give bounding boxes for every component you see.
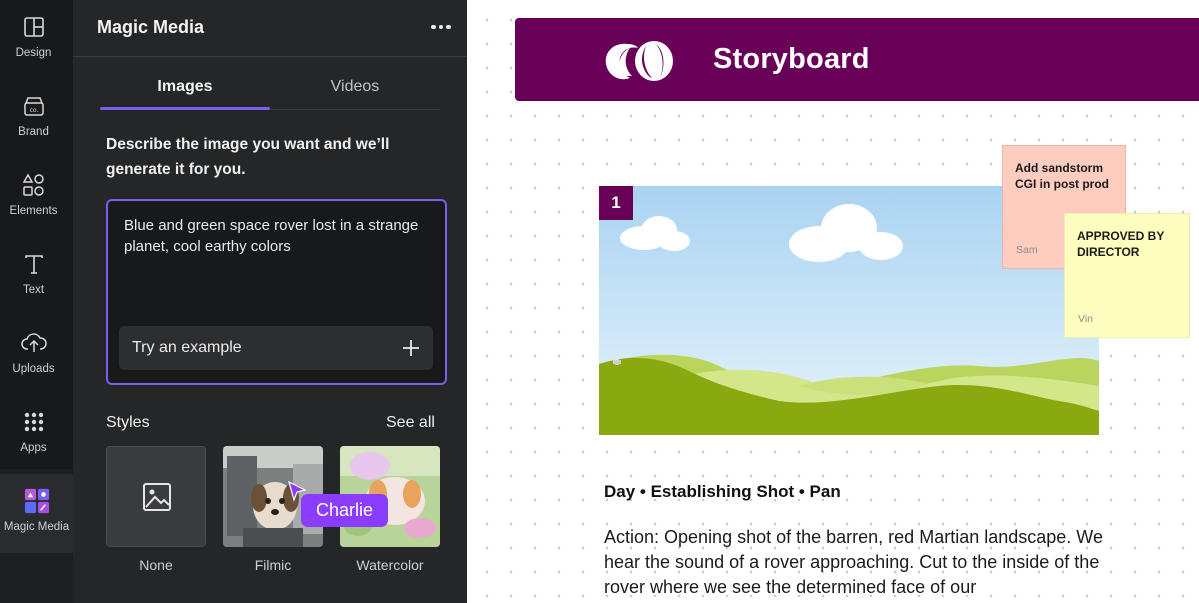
icon-rail: Design co. Brand Elements Text Uploads A…: [0, 0, 73, 603]
image-placeholder-icon: [143, 483, 171, 511]
more-options-button[interactable]: [427, 16, 455, 38]
rail-label-design: Design: [15, 47, 52, 59]
apps-icon: [21, 409, 47, 435]
elements-icon: [21, 172, 47, 198]
collaborator-label: Charlie: [301, 494, 388, 527]
design-canvas[interactable]: Storyboard 1 Add sandstorm CGI in post p…: [467, 0, 1199, 603]
see-all-link[interactable]: See all: [386, 414, 435, 432]
panel-title: Magic Media: [97, 17, 205, 37]
rail-item-apps[interactable]: Apps: [0, 395, 67, 474]
sticky-note-text: APPROVED BY DIRECTOR: [1077, 229, 1165, 259]
action-text[interactable]: Action: Opening shot of the barren, red …: [604, 525, 1114, 600]
try-example-label: Try an example: [132, 339, 242, 356]
sticky-note[interactable]: APPROVED BY DIRECTOR Vin: [1064, 213, 1190, 338]
style-none-label: None: [139, 557, 173, 573]
try-example-button[interactable]: Try an example: [119, 326, 433, 370]
brand-icon: co.: [21, 93, 47, 119]
panel-header: Magic Media: [73, 0, 467, 57]
more-dot-icon: [431, 24, 436, 30]
rail-item-text[interactable]: Text: [0, 237, 67, 316]
style-watercolor-label: Watercolor: [356, 557, 424, 573]
more-dot-icon: [438, 24, 444, 30]
prompt-text[interactable]: Blue and green space rover lost in a str…: [124, 215, 424, 257]
rail-label-text: Text: [22, 284, 45, 296]
rail-label-elements: Elements: [9, 205, 58, 217]
more-dot-icon: [446, 24, 451, 30]
magic-media-panel: Magic Media Images Videos Describe the i…: [73, 0, 467, 603]
magic-media-icon: [24, 488, 50, 514]
svg-text:co.: co.: [29, 107, 38, 114]
banner-title[interactable]: Storyboard: [713, 43, 870, 76]
rail-label-brand: Brand: [18, 126, 49, 138]
plus-icon: [403, 340, 419, 356]
sticky-note-author: Vin: [1078, 313, 1093, 325]
style-none-card[interactable]: [106, 446, 206, 547]
styles-heading: Styles: [106, 414, 150, 431]
rail-label-apps: Apps: [20, 442, 47, 454]
rail-label-uploads: Uploads: [12, 363, 55, 375]
sticky-note-author: Sam: [1016, 244, 1038, 256]
storyboard-logo-icon: [605, 41, 673, 81]
uploads-icon: [20, 330, 47, 356]
scene-number-badge: 1: [599, 186, 633, 220]
tab-images[interactable]: Images: [100, 78, 270, 96]
rail-item-magic-media[interactable]: Magic Media: [0, 474, 73, 553]
panel-description: Describe the image you want and we’ll ge…: [106, 136, 390, 178]
rail-label-magic-media: Magic Media: [3, 521, 70, 533]
storyboard-banner: Storyboard: [515, 18, 1199, 101]
prompt-input[interactable]: Blue and green space rover lost in a str…: [106, 199, 447, 385]
sticky-note-text: Add sandstorm CGI in post prod: [1015, 161, 1109, 191]
style-filmic-label: Filmic: [254, 557, 292, 573]
rail-item-uploads[interactable]: Uploads: [0, 316, 67, 395]
text-icon: [21, 251, 47, 277]
tab-videos[interactable]: Videos: [270, 78, 440, 96]
shot-title[interactable]: Day • Establishing Shot • Pan: [604, 482, 841, 502]
rail-item-design[interactable]: Design: [0, 0, 67, 79]
design-icon: [21, 14, 47, 40]
rail-item-elements[interactable]: Elements: [0, 158, 67, 237]
rail-item-brand[interactable]: co. Brand: [0, 79, 67, 158]
active-tab-indicator: [100, 107, 270, 110]
